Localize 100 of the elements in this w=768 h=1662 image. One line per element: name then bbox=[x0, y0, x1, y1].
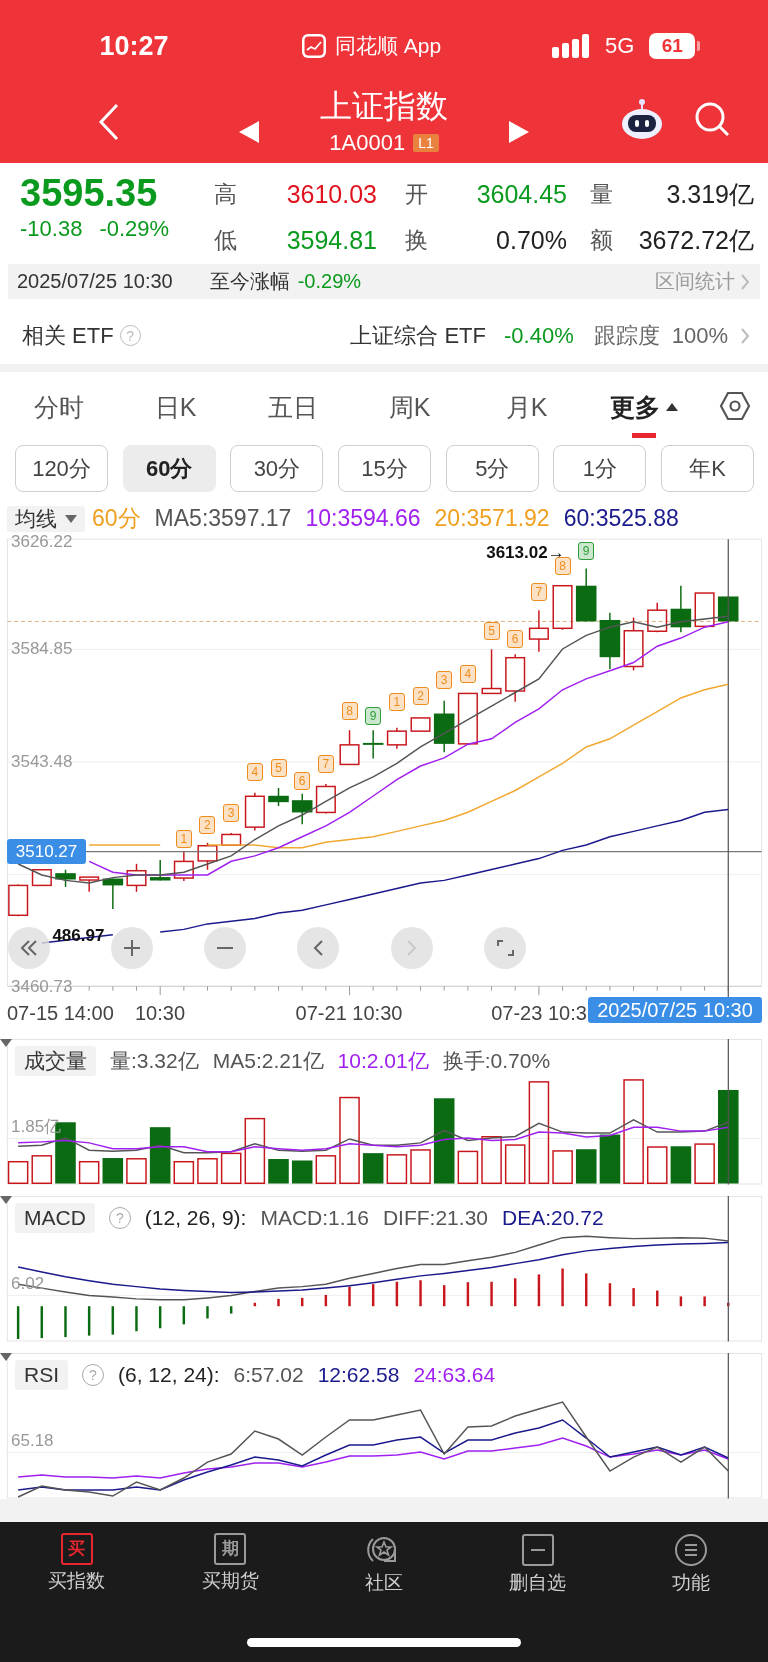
robot-icon bbox=[620, 98, 664, 140]
related-etf-label: 相关 ETF bbox=[22, 321, 114, 350]
stat-value: 3.319亿 bbox=[665, 178, 754, 210]
chart-tab[interactable]: 周K bbox=[351, 372, 468, 440]
volume-bar bbox=[599, 1134, 621, 1184]
range-datetime: 2025/07/25 10:30 bbox=[17, 270, 173, 293]
sequence-marker: 5 bbox=[270, 759, 287, 778]
sequence-marker: 3 bbox=[223, 804, 240, 823]
macd-bar bbox=[324, 1294, 328, 1307]
stat-label: 开 bbox=[404, 179, 429, 209]
candlestick bbox=[647, 602, 668, 633]
stat-label: 换 bbox=[404, 225, 429, 255]
stat-label: 低 bbox=[214, 225, 238, 255]
macd-bar bbox=[466, 1282, 470, 1307]
macd-bar bbox=[87, 1306, 91, 1336]
candlestick bbox=[528, 609, 549, 653]
nav-item[interactable]: 功能 bbox=[614, 1533, 768, 1595]
stat-label: 额 bbox=[589, 225, 613, 255]
chevron-right-icon bbox=[407, 940, 418, 957]
sequence-marker: 2 bbox=[199, 815, 216, 834]
candlestick bbox=[8, 883, 29, 917]
volume-bar bbox=[410, 1149, 431, 1184]
interval-button[interactable]: 15分 bbox=[338, 445, 432, 492]
level-badge: L1 bbox=[413, 134, 439, 152]
plus-icon bbox=[124, 940, 141, 957]
volume-bar bbox=[291, 1160, 313, 1184]
volume-bar bbox=[386, 1154, 408, 1184]
candlestick bbox=[339, 729, 360, 766]
price-tag: 3510.27 bbox=[7, 839, 86, 865]
sequence-marker: 2 bbox=[412, 686, 429, 705]
y-axis-label: 3460.73 bbox=[11, 979, 73, 996]
stat-label: 高 bbox=[214, 179, 238, 209]
macd-bar bbox=[111, 1306, 114, 1335]
last-price: 3595.35 bbox=[20, 171, 159, 215]
sequence-marker: 6 bbox=[294, 771, 311, 790]
macd-bar bbox=[585, 1273, 588, 1307]
macd-bar bbox=[348, 1286, 351, 1307]
percent-change: -0.29% bbox=[99, 215, 170, 243]
chart-tab[interactable]: 五日 bbox=[234, 372, 351, 440]
interval-button[interactable]: 1分 bbox=[553, 445, 647, 492]
nav-item[interactable]: 买 买指数 bbox=[0, 1533, 154, 1595]
fullscreen-icon bbox=[496, 940, 514, 957]
search-icon bbox=[694, 101, 730, 137]
sequence-marker: 6 bbox=[507, 629, 524, 648]
macd-bar bbox=[229, 1306, 233, 1314]
chart-tab[interactable]: 月K bbox=[468, 372, 585, 440]
legend-value: 10:3594.66 bbox=[305, 505, 421, 532]
settings-button[interactable] bbox=[719, 391, 751, 421]
legend-value: MA5:2.21亿 bbox=[212, 1048, 324, 1074]
caret-down-icon bbox=[65, 514, 77, 523]
macd-bar bbox=[301, 1297, 304, 1307]
nav-item[interactable]: 期 买期货 bbox=[153, 1533, 308, 1595]
macd-bar bbox=[679, 1296, 683, 1307]
x-axis-label: 07-15 14:00 bbox=[7, 1001, 114, 1025]
volume-bar bbox=[244, 1117, 266, 1184]
chevron-right-icon bbox=[740, 326, 750, 345]
interval-button[interactable]: 60分 bbox=[122, 445, 216, 492]
candlestick bbox=[244, 792, 265, 832]
interval-button[interactable]: 年K bbox=[661, 445, 755, 492]
candlestick bbox=[410, 717, 431, 732]
macd-bar bbox=[40, 1306, 43, 1339]
macd-bar bbox=[253, 1302, 257, 1307]
candlestick bbox=[623, 616, 644, 672]
candlestick bbox=[149, 859, 171, 882]
interval-button[interactable]: 120分 bbox=[15, 445, 108, 492]
candlestick bbox=[505, 653, 526, 703]
candlestick bbox=[694, 592, 715, 629]
legend-value: MACD:1.16 bbox=[260, 1206, 369, 1230]
nav-item[interactable]: 删自选 bbox=[460, 1533, 615, 1595]
caret-up-icon bbox=[665, 403, 678, 411]
change-since-label: 至今涨幅 bbox=[209, 269, 290, 294]
interval-button[interactable]: 5分 bbox=[445, 445, 539, 492]
macd-bar bbox=[514, 1278, 517, 1307]
sequence-marker: 8 bbox=[341, 701, 358, 720]
indicator-dropdown[interactable]: 均线 bbox=[7, 505, 85, 532]
x-axis-label: 07-23 10:3 bbox=[491, 1001, 587, 1025]
candlestick bbox=[197, 842, 218, 871]
signal-icon bbox=[552, 34, 592, 58]
volume-bar bbox=[268, 1159, 289, 1184]
caret-down-icon bbox=[0, 1353, 12, 1361]
volume-bar bbox=[126, 1158, 147, 1184]
chevron-left-icon bbox=[313, 940, 324, 957]
interval-button[interactable]: 30分 bbox=[230, 445, 324, 492]
legend-value: 60分 bbox=[92, 504, 141, 533]
app-logo-icon bbox=[301, 33, 327, 59]
nav-item[interactable]: 社区 bbox=[307, 1533, 461, 1595]
network-type: 5G bbox=[605, 33, 635, 59]
double-chevron-left-icon bbox=[21, 940, 38, 957]
back-icon bbox=[97, 102, 121, 142]
status-time: 10:27 bbox=[99, 30, 169, 62]
chart-tab[interactable]: 日K bbox=[117, 372, 234, 440]
volume-bar bbox=[575, 1149, 597, 1184]
chart-tab[interactable]: 分时 bbox=[0, 372, 117, 440]
etf-change: -0.40% bbox=[504, 322, 574, 349]
macd-bar bbox=[16, 1306, 20, 1340]
volume-bar bbox=[149, 1127, 171, 1184]
macd-bar bbox=[656, 1290, 659, 1307]
sequence-marker: 7 bbox=[530, 582, 547, 601]
triangle-right-icon bbox=[509, 120, 529, 143]
candlestick bbox=[575, 567, 597, 623]
